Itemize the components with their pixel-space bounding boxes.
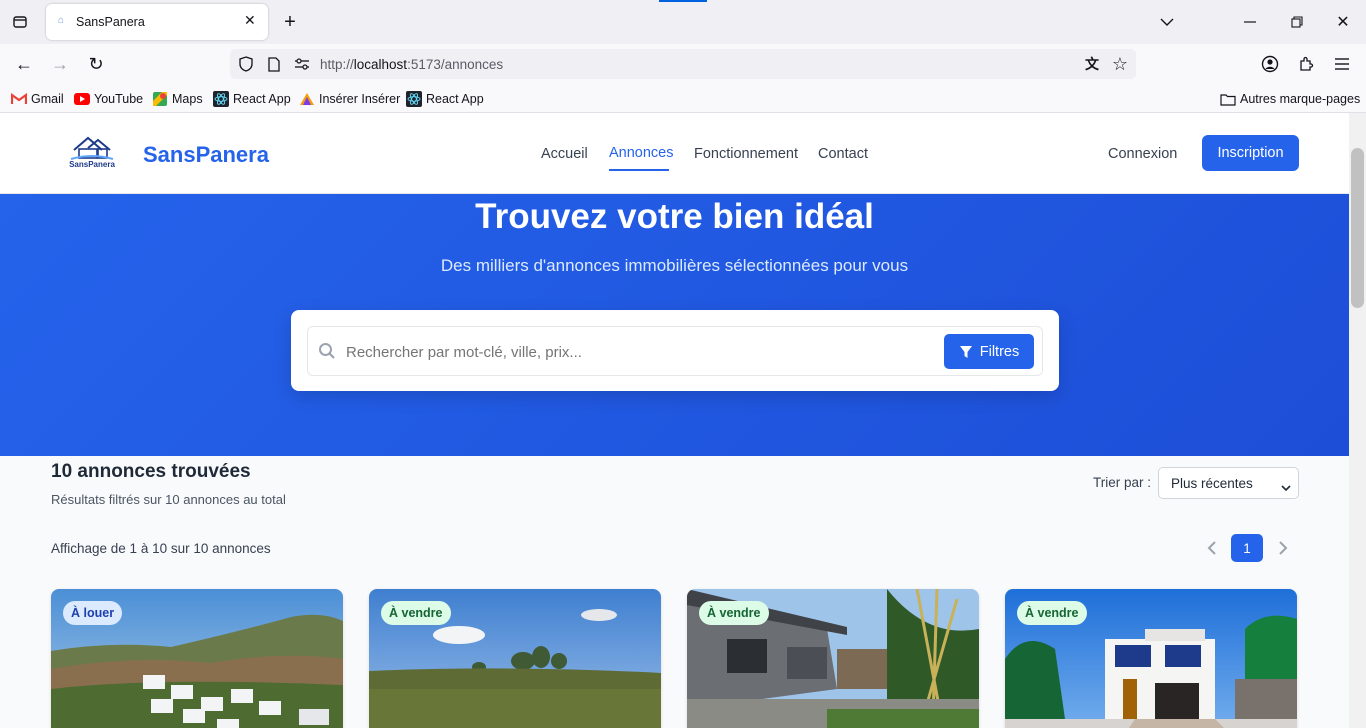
site-header: SansPanera SansPanera Accueil Annonces F… (0, 113, 1349, 194)
sort-label: Trier par : (1093, 475, 1152, 490)
next-page-icon[interactable] (1274, 538, 1292, 558)
maps-icon (152, 91, 168, 107)
url-host: localhost (353, 57, 408, 72)
sort-select[interactable]: Plus récentes (1158, 467, 1299, 499)
bookmark-react-app-2[interactable]: React App (406, 91, 484, 107)
sort-select-value: Plus récentes (1171, 476, 1253, 491)
listing-badge-rent: À louer (63, 601, 123, 625)
nav-contact[interactable]: Contact (818, 146, 868, 162)
extensions-icon[interactable] (1294, 52, 1318, 76)
other-bookmarks-label: Autres marque-pages (1240, 92, 1361, 106)
page-icon[interactable] (262, 52, 286, 76)
brand-name[interactable]: SansPanera (143, 142, 269, 168)
back-icon[interactable]: ← (12, 52, 36, 76)
filters-label: Filtres (979, 343, 1020, 360)
folder-icon (1220, 91, 1236, 107)
nav-fonctionnement[interactable]: Fonctionnement (694, 146, 798, 162)
listing-badge-sale: À vendre (381, 601, 451, 625)
shield-icon[interactable] (234, 52, 258, 76)
nav-accueil[interactable]: Accueil (541, 146, 588, 162)
url-path: :5173/annonces (407, 57, 504, 72)
bookmark-label: React App (426, 92, 484, 106)
page-scrollbar[interactable] (1349, 113, 1366, 728)
listing-card[interactable]: À vendre (1005, 589, 1297, 728)
prev-page-icon[interactable] (1202, 538, 1220, 558)
bookmark-star-icon[interactable]: ☆ (1108, 52, 1132, 76)
tab-overview-icon[interactable] (8, 10, 32, 34)
listing-card[interactable]: À vendre (369, 589, 661, 728)
restore-icon[interactable] (1285, 10, 1309, 34)
bookmarks-toolbar (0, 86, 1366, 113)
bookmark-youtube[interactable]: YouTube (74, 91, 143, 107)
bookmark-label: Maps (172, 92, 203, 106)
new-tab-icon[interactable]: + (278, 10, 302, 34)
search-field[interactable]: Filtres (307, 326, 1043, 376)
site-icon (299, 91, 315, 107)
chevron-down-icon (1281, 479, 1291, 497)
reload-icon[interactable]: ↻ (84, 52, 108, 76)
results-heading: 10 annonces trouvées (51, 461, 251, 482)
account-icon[interactable] (1258, 52, 1282, 76)
bookmark-label: YouTube (94, 92, 144, 106)
browser-tab-bar: ⌂ SansPanera ✕ + ✕ (0, 0, 1366, 44)
listing-badge-sale: À vendre (699, 601, 769, 625)
page-number-button[interactable]: 1 (1231, 534, 1263, 562)
url-scheme: http:// (320, 57, 354, 72)
signup-button[interactable]: Inscription (1202, 135, 1299, 171)
search-icon (318, 342, 336, 365)
url-text[interactable]: http://localhost:5173/annonces (320, 57, 503, 72)
react-icon (213, 91, 229, 107)
other-bookmarks[interactable]: Autres marque-pages (1220, 91, 1360, 107)
filter-icon (959, 345, 972, 358)
menu-icon[interactable] (1330, 52, 1354, 76)
site-logo[interactable]: SansPanera (68, 133, 116, 173)
listing-card[interactable]: À vendre (687, 589, 979, 728)
filters-button[interactable]: Filtres (944, 334, 1034, 369)
bookmark-inserer[interactable]: Insérer Insérer (299, 91, 400, 107)
logo-caption: SansPanera (69, 160, 115, 169)
hero-subtitle: Des milliers d'annonces immobilières sél… (440, 256, 909, 275)
nav-annonces[interactable]: Annonces (609, 145, 674, 161)
tab-drop-indicator (659, 0, 707, 2)
tab-favicon-icon: ⌂ (58, 15, 65, 26)
showing-count: Affichage de 1 à 10 sur 10 annonces (51, 541, 271, 556)
close-window-icon[interactable]: ✕ (1331, 10, 1355, 34)
minimize-icon[interactable] (1238, 10, 1262, 34)
url-bar[interactable]: http://localhost:5173/annonces 文 ☆ (230, 49, 1136, 79)
login-link[interactable]: Connexion (1108, 146, 1177, 162)
translate-icon[interactable]: 文 (1080, 52, 1104, 76)
nav-active-underline (609, 169, 669, 171)
youtube-icon (74, 91, 90, 107)
bookmark-react-app[interactable]: React App (213, 91, 291, 107)
list-all-tabs-icon[interactable] (1155, 10, 1179, 34)
permissions-icon[interactable] (290, 52, 314, 76)
tab-close-icon[interactable]: ✕ (244, 12, 256, 29)
page-viewport: SansPanera SansPanera Accueil Annonces F… (0, 113, 1349, 728)
gmail-icon (11, 91, 27, 107)
hero-section: Trouvez votre bien idéal Des milliers d'… (0, 194, 1349, 456)
browser-tab[interactable]: ⌂ SansPanera ✕ (46, 4, 268, 40)
results-subheading: Résultats filtrés sur 10 annonces au tot… (51, 492, 286, 507)
forward-icon[interactable]: → (48, 52, 72, 76)
search-input[interactable] (346, 339, 926, 365)
search-panel: Filtres (291, 310, 1059, 391)
hero-title: Trouvez votre bien idéal (475, 197, 874, 236)
bookmark-label: Gmail (31, 92, 64, 106)
listing-card[interactable]: À louer (51, 589, 343, 728)
bookmark-label: Insérer Insérer (319, 92, 401, 106)
listing-badge-sale: À vendre (1017, 601, 1087, 625)
react-icon (406, 91, 422, 107)
scrollbar-thumb[interactable] (1351, 148, 1364, 308)
tab-title: SansPanera (76, 15, 145, 29)
bookmark-maps[interactable]: Maps (152, 91, 203, 107)
bookmark-label: React App (233, 92, 291, 106)
bookmark-gmail[interactable]: Gmail (11, 91, 64, 107)
